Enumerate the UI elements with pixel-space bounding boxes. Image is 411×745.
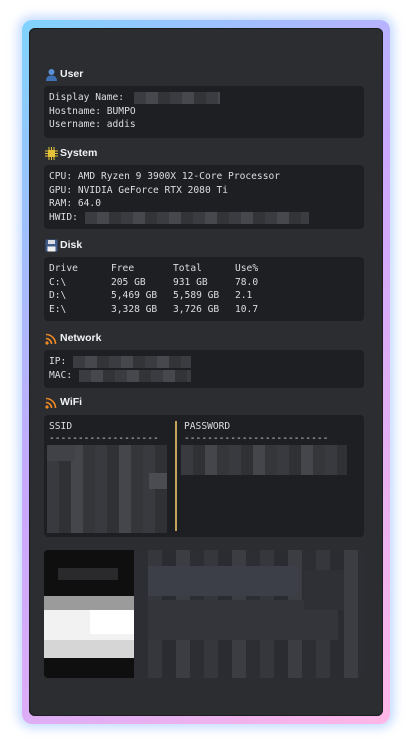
wifi-section-header: WiFi [44, 393, 82, 411]
wifi-table: SSID PASSWORD ------------------- ------… [44, 415, 364, 537]
wifi-password-rule: ------------------------- [184, 433, 329, 444]
floppy-disk-icon [44, 238, 58, 252]
system-section-title: System [60, 147, 98, 159]
embed-window: User Display Name: Hostname: BUMPO Usern… [29, 28, 383, 716]
table-row: C:\ 205 GB 931 GB 78.0 [49, 276, 259, 288]
disk-table: Drive Free Total Use% C:\ 205 GB 931 GB 78.0 D… [44, 257, 364, 321]
gpu-line: GPU: NVIDIA GeForce RTX 2080 Ti [49, 184, 229, 196]
system-info-block: CPU: AMD Ryzen 9 3900X 12-Core Processor… [44, 165, 364, 229]
ram-line: RAM: 64.0 [49, 198, 101, 210]
cpu-line: CPU: AMD Ryzen 9 3900X 12-Core Processor [49, 171, 281, 182]
network-info-block: IP: MAC: [44, 350, 364, 388]
network-section-title: Network [60, 332, 102, 344]
disk-table-header: Drive Free Total Use% [49, 263, 259, 274]
wifi-password-redacted [181, 445, 347, 475]
disk-section-header: Disk [44, 236, 82, 254]
user-icon [44, 67, 58, 81]
user-info-block: Display Name: Hostname: BUMPO Username: … [44, 86, 364, 138]
table-row: D:\ 5,469 GB 5,589 GB 2.1 [49, 290, 253, 302]
ip-redacted [73, 356, 191, 368]
wifi-ssid-rule: ------------------- [49, 433, 159, 444]
display-name-line: Display Name: [49, 91, 359, 105]
hwid-redacted [85, 212, 309, 225]
disk-section-title: Disk [60, 239, 83, 251]
mac-line: MAC: [49, 369, 359, 383]
network-section-header: Network [44, 329, 101, 347]
redacted-screenshot-image [44, 550, 364, 678]
wifi-section-title: WiFi [60, 396, 83, 408]
hwid-line: HWID: [49, 211, 359, 225]
mac-redacted [79, 369, 191, 382]
system-section-header: System [44, 144, 97, 162]
display-name-redacted [134, 92, 220, 104]
user-section-title: User [60, 68, 84, 80]
wifi-icon [44, 395, 58, 409]
cpu-chip-icon [44, 146, 58, 160]
wifi-column-divider [175, 421, 177, 531]
user-section-header: User [44, 65, 83, 83]
hostname-line: Hostname: BUMPO [49, 105, 136, 117]
username-line: Username: addis [49, 119, 136, 131]
ip-line: IP: [49, 355, 359, 369]
signal-icon [44, 331, 58, 345]
table-row: E:\ 3,328 GB 3,726 GB 10.7 [49, 304, 259, 316]
